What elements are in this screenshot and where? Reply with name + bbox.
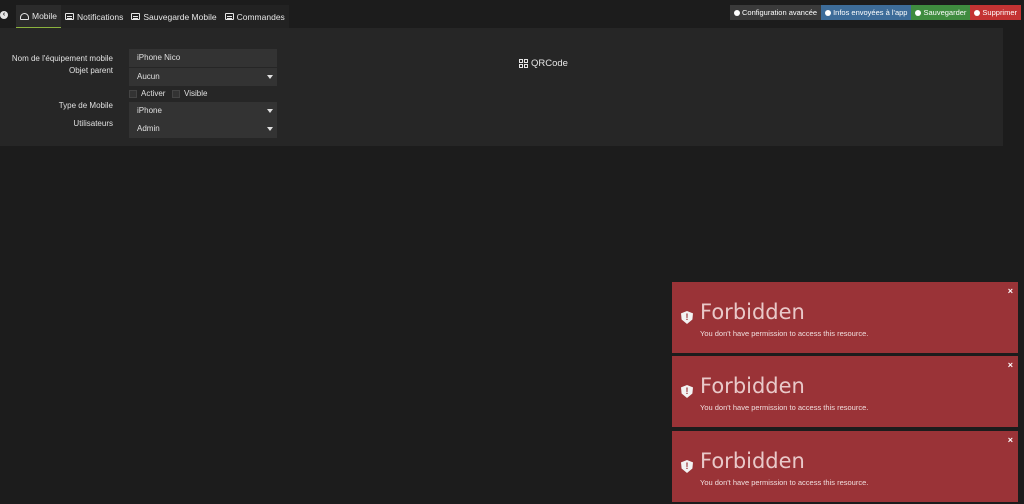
tab-mobile[interactable]: Mobile: [16, 5, 62, 28]
chevron-down-icon: [267, 109, 273, 113]
list-icon: [131, 13, 141, 20]
tab-label: Commandes: [236, 11, 285, 22]
visible-label: Visible: [184, 89, 208, 98]
qrcode-button[interactable]: QRCode: [519, 58, 568, 69]
equipment-form-panel: Nom de l'équipement mobile iPhone Nico O…: [0, 28, 1003, 146]
visible-checkbox[interactable]: Visible: [172, 89, 207, 98]
toast-title: Forbidden: [700, 374, 805, 398]
qrcode-icon: [519, 59, 528, 68]
checkbox-box: [129, 89, 137, 98]
tab-commandes[interactable]: Commandes: [221, 5, 289, 28]
tab-label: Mobile: [32, 11, 58, 21]
advanced-config-button[interactable]: Configuration avancée: [730, 5, 822, 20]
cogs-icon: [734, 9, 740, 16]
minus-circle-icon: [974, 9, 981, 16]
list-icon: [65, 13, 75, 20]
users-value: Admin: [137, 124, 160, 133]
tab-label: Sauvegarde Mobile: [143, 11, 217, 22]
question-circle-icon: [825, 9, 832, 16]
advanced-config-label: Configuration avancée: [742, 8, 818, 17]
users-label: Utilisateurs: [73, 119, 113, 128]
tab-notifications[interactable]: Notifications: [61, 5, 127, 28]
delete-label: Supprimer: [982, 8, 1018, 17]
parent-label: Objet parent: [68, 66, 113, 75]
check-circle-icon: [915, 9, 922, 16]
list-icon: [224, 13, 234, 20]
equipment-name-input[interactable]: iPhone Nico: [129, 49, 277, 67]
delete-button[interactable]: Supprimer: [970, 5, 1022, 20]
tab-sauvegarde-mobile[interactable]: Sauvegarde Mobile: [127, 5, 220, 28]
arrow-left-circle-icon[interactable]: ‹: [0, 11, 8, 19]
parent-object-value: Aucun: [137, 72, 160, 81]
users-select[interactable]: Admin: [129, 120, 277, 138]
shield-exclamation-icon: [681, 460, 693, 473]
save-button[interactable]: Sauvegarder: [911, 5, 971, 20]
name-label: Nom de l'équipement mobile: [11, 53, 113, 63]
mobile-type-select[interactable]: iPhone: [129, 102, 277, 120]
save-label: Sauvegarder: [923, 8, 967, 17]
infos-sent-button[interactable]: Infos envoyées à l'app: [821, 5, 912, 20]
close-icon[interactable]: ×: [1008, 286, 1013, 296]
tab-label: Notifications: [77, 11, 124, 22]
parent-object-select[interactable]: Aucun: [129, 68, 277, 86]
activer-checkbox[interactable]: Activer: [129, 89, 165, 98]
toast-title: Forbidden: [700, 449, 805, 473]
close-icon[interactable]: ×: [1008, 435, 1013, 445]
top-bar: ‹ Mobile Notifications Sauvegarde Mobile…: [0, 0, 1024, 28]
tab-bar: Mobile Notifications Sauvegarde Mobile C…: [16, 5, 289, 28]
qrcode-label: QRCode: [531, 58, 568, 69]
error-toast: × Forbidden You don't have permission to…: [672, 431, 1018, 502]
close-icon[interactable]: ×: [1008, 360, 1013, 370]
gauge-icon: [20, 12, 29, 20]
error-toast: × Forbidden You don't have permission to…: [672, 282, 1018, 353]
error-toast: × Forbidden You don't have permission to…: [672, 356, 1018, 427]
toast-message: You don't have permission to access this…: [700, 329, 869, 338]
activer-label: Activer: [141, 89, 166, 98]
toast-title: Forbidden: [700, 300, 805, 324]
checkbox-box: [172, 89, 180, 98]
action-buttons: Configuration avancée Infos envoyées à l…: [730, 5, 1022, 20]
toast-message: You don't have permission to access this…: [700, 478, 869, 487]
chevron-down-icon: [267, 127, 273, 131]
mobile-type-value: iPhone: [137, 106, 162, 115]
type-label: Type de Mobile: [58, 101, 113, 110]
shield-exclamation-icon: [681, 311, 693, 324]
infos-sent-label: Infos envoyées à l'app: [833, 8, 908, 17]
shield-exclamation-icon: [681, 385, 693, 398]
chevron-down-icon: [267, 75, 273, 79]
toast-message: You don't have permission to access this…: [700, 403, 869, 412]
